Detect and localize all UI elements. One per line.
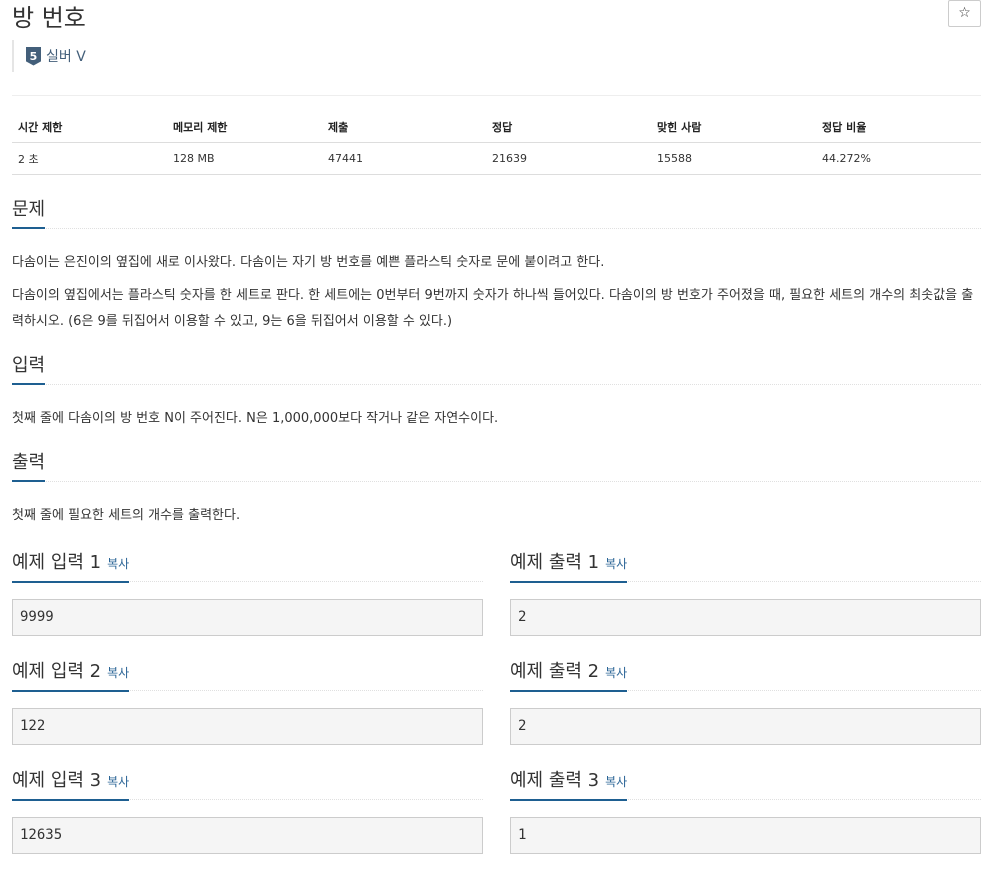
table-row: 2 초 128 MB 47441 21639 15588 44.272%	[12, 142, 981, 175]
sample-heading: 예제 입력 1	[12, 552, 102, 573]
input-body: 첫째 줄에 다솜이의 방 번호 N이 주어진다. N은 1,000,000보다 …	[12, 411, 499, 426]
section-title: 입력	[12, 354, 46, 385]
copy-button[interactable]: 복사	[605, 775, 627, 789]
sample-output-1: 예제 출력 1 복사 2	[510, 551, 981, 636]
copy-button[interactable]: 복사	[107, 557, 129, 571]
input-section: 입력 첫째 줄에 다솜이의 방 번호 N이 주어진다. N은 1,000,000…	[12, 354, 981, 432]
copy-button[interactable]: 복사	[605, 557, 627, 571]
output-body: 첫째 줄에 필요한 세트의 개수를 출력한다.	[12, 508, 241, 523]
section-header: 입력	[12, 354, 981, 385]
section-title: 예제 출력 1 복사	[510, 551, 628, 583]
section-title: 예제 출력 2 복사	[510, 660, 628, 692]
description-paragraph: 다솜이의 옆집에서는 플라스틱 숫자를 한 세트로 판다. 한 세트에는 0번부…	[12, 288, 974, 329]
divider	[12, 95, 981, 96]
table-header: 시간 제한	[12, 112, 167, 143]
section-title: 예제 출력 3 복사	[510, 769, 628, 801]
section-header: 예제 입력 3 복사	[12, 769, 483, 801]
description-paragraph: 다솜이는 은진이의 옆집에 새로 이사왔다. 다솜이는 자기 방 번호를 예쁜 …	[12, 255, 605, 270]
sample-heading: 예제 입력 3	[12, 770, 102, 791]
ratio-cell: 44.272%	[816, 142, 981, 175]
section-header: 예제 출력 2 복사	[510, 660, 981, 692]
accepted-cell[interactable]: 21639	[486, 142, 651, 175]
copy-button[interactable]: 복사	[107, 775, 129, 789]
sample-input-3: 예제 입력 3 복사 12635	[12, 769, 483, 854]
sample-input-box[interactable]: 9999	[12, 599, 483, 636]
table-header: 메모리 제한	[167, 112, 322, 143]
copy-button[interactable]: 복사	[107, 666, 129, 680]
table-header: 정답 비율	[816, 112, 981, 143]
section-header: 예제 입력 1 복사	[12, 551, 483, 583]
sample-output-box[interactable]: 2	[510, 599, 981, 636]
sample-input-1: 예제 입력 1 복사 9999	[12, 551, 483, 636]
section-title: 출력	[12, 451, 46, 482]
solvers-cell[interactable]: 15588	[651, 142, 816, 175]
sample-output-box[interactable]: 2	[510, 708, 981, 745]
table-header: 정답	[486, 112, 651, 143]
table-header: 맞힌 사람	[651, 112, 816, 143]
section-title: 예제 입력 3 복사	[12, 769, 130, 801]
section-header: 출력	[12, 451, 981, 482]
sample-output-3: 예제 출력 3 복사 1	[510, 769, 981, 854]
time-limit-cell: 2 초	[12, 142, 167, 175]
section-title: 문제	[12, 198, 46, 229]
tier-label[interactable]: 5 실버 V	[12, 40, 86, 72]
description-body: 다솜이는 은진이의 옆집에 새로 이사왔다. 다솜이는 자기 방 번호를 예쁜 …	[12, 250, 981, 335]
section-header: 예제 입력 2 복사	[12, 660, 483, 692]
description-section: 문제 다솜이는 은진이의 옆집에 새로 이사왔다. 다솜이는 자기 방 번호를 …	[12, 198, 981, 335]
sample-input-2: 예제 입력 2 복사 122	[12, 660, 483, 745]
table-header: 제출	[322, 112, 486, 143]
problem-page: 방 번호 ☆ 5 실버 V 시간 제한 메모리 제한 제출 정답 맞힌 사람 정…	[12, 0, 981, 854]
tier-badge-icon: 5	[26, 46, 41, 66]
sample-output-box[interactable]: 1	[510, 817, 981, 854]
sample-heading: 예제 출력 1	[510, 552, 600, 573]
star-button[interactable]: ☆	[948, 0, 981, 27]
section-title: 예제 입력 2 복사	[12, 660, 130, 692]
section-header: 예제 출력 3 복사	[510, 769, 981, 801]
star-icon: ☆	[958, 5, 971, 21]
submissions-cell[interactable]: 47441	[322, 142, 486, 175]
memory-limit-cell: 128 MB	[167, 142, 322, 175]
output-section: 출력 첫째 줄에 필요한 세트의 개수를 출력한다.	[12, 451, 981, 529]
title-row: 방 번호 ☆	[12, 0, 981, 32]
sample-input-box[interactable]: 122	[12, 708, 483, 745]
sample-input-box[interactable]: 12635	[12, 817, 483, 854]
sample-heading: 예제 출력 2	[510, 661, 600, 682]
problem-info-table: 시간 제한 메모리 제한 제출 정답 맞힌 사람 정답 비율 2 초 128 M…	[12, 112, 981, 175]
section-header: 예제 출력 1 복사	[510, 551, 981, 583]
sample-heading: 예제 입력 2	[12, 661, 102, 682]
section-header: 문제	[12, 198, 981, 229]
table-header-row: 시간 제한 메모리 제한 제출 정답 맞힌 사람 정답 비율	[12, 112, 981, 143]
sample-output-2: 예제 출력 2 복사 2	[510, 660, 981, 745]
tier-text: 실버 V	[46, 49, 86, 65]
copy-button[interactable]: 복사	[605, 666, 627, 680]
sample-heading: 예제 출력 3	[510, 770, 600, 791]
page-title: 방 번호	[12, 4, 86, 32]
section-title: 예제 입력 1 복사	[12, 551, 130, 583]
